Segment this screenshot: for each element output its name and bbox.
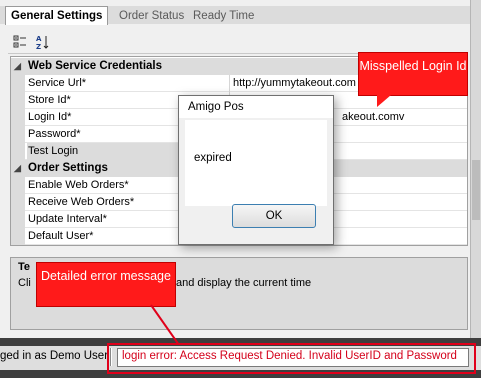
scrollbar-thumb[interactable] — [472, 160, 480, 220]
message-dialog: Amigo Pos expired OK — [178, 95, 334, 245]
annotation-detailed-error: Detailed error message — [36, 262, 176, 307]
svg-text:Z: Z — [36, 43, 41, 50]
description-text-tail: and display the current time — [176, 277, 312, 289]
svg-text:A: A — [36, 35, 42, 43]
category-label: Order Settings — [28, 162, 108, 174]
categorized-icon[interactable] — [12, 34, 28, 50]
dialog-title: Amigo Pos — [179, 96, 333, 118]
dialog-message: expired — [194, 152, 232, 164]
tab-bar: General Settings Order Status Ready Time — [0, 0, 470, 25]
property-name: Service Url* — [27, 75, 230, 92]
property-toolbar: A Z — [8, 34, 58, 52]
vertical-scrollbar[interactable] — [470, 0, 481, 338]
annotation-pointer — [377, 95, 391, 107]
category-label: Web Service Credentials — [28, 60, 163, 72]
collapse-icon[interactable]: ◢ — [14, 160, 26, 177]
tab-order-status[interactable]: Order Status — [116, 8, 187, 24]
description-text: Cli — [18, 277, 31, 289]
alphabetical-sort-icon[interactable]: A Z — [34, 34, 50, 50]
annotation-error-outline — [107, 343, 476, 374]
annotation-misspelled-login: Misspelled Login Id — [358, 52, 468, 96]
ok-button[interactable]: OK — [232, 204, 316, 228]
description-title: Te — [18, 261, 31, 273]
collapse-icon[interactable]: ◢ — [14, 58, 26, 75]
tab-ready-time[interactable]: Ready Time — [190, 8, 257, 24]
status-user-text: ged in as Demo User — [0, 350, 109, 362]
tab-general-settings[interactable]: General Settings — [5, 6, 109, 25]
